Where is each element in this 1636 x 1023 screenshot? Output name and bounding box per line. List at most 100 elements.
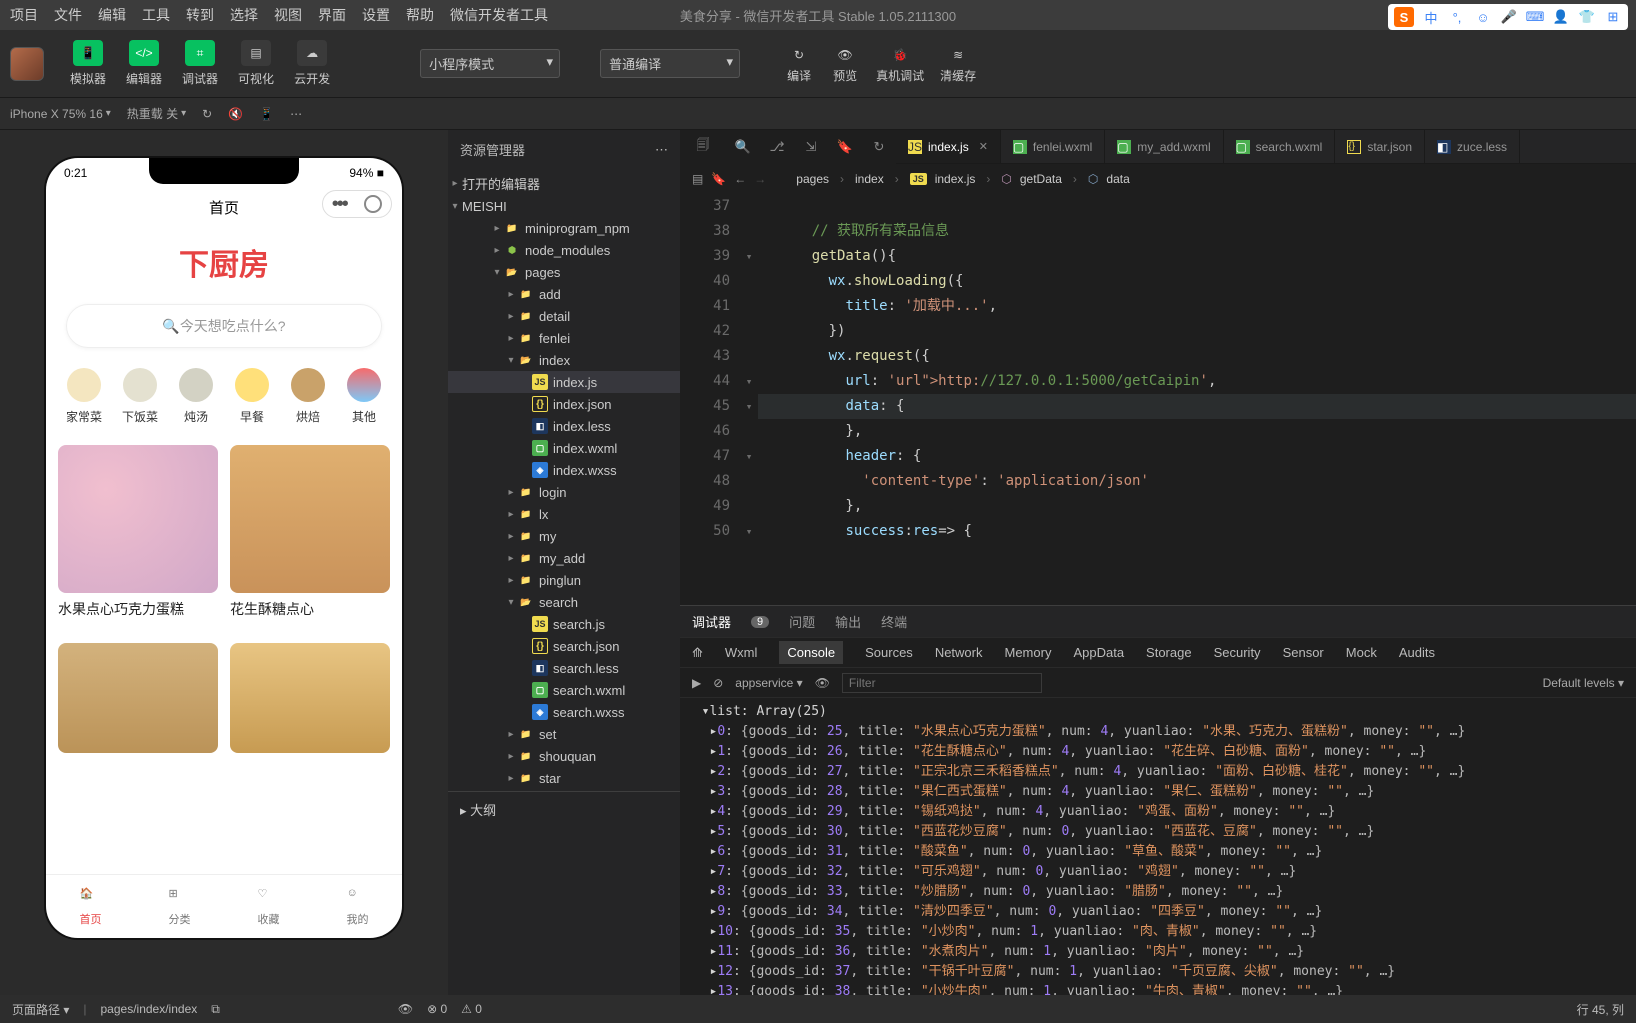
tool-remote-debug[interactable]: 🐞真机调试	[868, 43, 932, 84]
status-errors[interactable]: ⊗ 0	[427, 1002, 447, 1016]
tree-item[interactable]: JSindex.js	[448, 371, 680, 393]
explorer-more-icon[interactable]: ⋯	[655, 142, 668, 158]
devtab-security[interactable]: Security	[1214, 645, 1261, 660]
ime-voice-icon[interactable]: 🎤	[1500, 8, 1518, 26]
devtab-memory[interactable]: Memory	[1005, 645, 1052, 660]
card-item[interactable]	[58, 631, 218, 753]
editor-tab[interactable]: ◧zuce.less	[1425, 130, 1520, 163]
menu-select[interactable]: 选择	[230, 5, 258, 25]
tree-item[interactable]: ▸📁miniprogram_npm	[448, 217, 680, 239]
menu-ui[interactable]: 界面	[318, 5, 346, 25]
card-item[interactable]: 水果点心巧克力蛋糕	[58, 445, 218, 619]
rotate-icon[interactable]: 📱	[259, 107, 274, 121]
tree-item[interactable]: ◧search.less	[448, 657, 680, 679]
menu-project[interactable]: 项目	[10, 5, 38, 25]
status-warnings[interactable]: ⚠ 0	[461, 1002, 482, 1016]
ime-keyboard-icon[interactable]: ⌨	[1526, 8, 1544, 26]
hotreload-select[interactable]: 热重载 关	[127, 105, 186, 122]
cat-item[interactable]: 烘焙	[282, 368, 334, 425]
tree-item[interactable]: ▾📂index	[448, 349, 680, 371]
bookmark-icon[interactable]: 🔖	[828, 130, 862, 164]
tree-item[interactable]: {}search.json	[448, 635, 680, 657]
tab-home[interactable]: 🏠首页	[46, 875, 135, 938]
tree-item[interactable]: ◈index.wxss	[448, 459, 680, 481]
menu-file[interactable]: 文件	[54, 5, 82, 25]
tree-item[interactable]: ▸📁shouquan	[448, 745, 680, 767]
menu-help[interactable]: 帮助	[406, 5, 434, 25]
layout-icon[interactable]: ▤	[692, 172, 703, 186]
console-filter[interactable]	[842, 673, 1042, 693]
forward-icon[interactable]: →	[754, 172, 766, 186]
mode-select[interactable]: 小程序模式	[420, 49, 560, 78]
panel-tab-output[interactable]: 输出	[835, 612, 861, 631]
back-icon[interactable]: ←	[734, 172, 746, 186]
tree-item[interactable]: ▢index.wxml	[448, 437, 680, 459]
panel-tab-problems[interactable]: 问题	[789, 612, 815, 631]
tree-item[interactable]: ▸📁my	[448, 525, 680, 547]
mute-icon[interactable]: 🔇	[228, 107, 243, 121]
explorer-files-icon[interactable]: 🗐	[680, 130, 726, 164]
tool-visual[interactable]: ▤可视化	[228, 36, 284, 91]
card-item[interactable]	[230, 631, 390, 753]
ime-skin-icon[interactable]: 👕	[1578, 8, 1596, 26]
tree-item[interactable]: ▸📁detail	[448, 305, 680, 327]
tool-compile[interactable]: ↻编译	[776, 43, 822, 84]
tool-simulator[interactable]: 📱模拟器	[60, 36, 116, 91]
refresh-icon[interactable]: ↻	[862, 130, 896, 164]
ime-punct-icon[interactable]: °,	[1448, 8, 1466, 26]
ime-grid-icon[interactable]: ⊞	[1604, 8, 1622, 26]
devtab-sources[interactable]: Sources	[865, 645, 913, 660]
panel-tab-debugger[interactable]: 调试器	[692, 612, 731, 631]
menu-tools[interactable]: 工具	[142, 5, 170, 25]
log-level-select[interactable]: Default levels ▾	[1543, 676, 1624, 690]
editor-tab[interactable]: ▢search.wxml	[1224, 130, 1336, 163]
tree-item[interactable]: ▸📁set	[448, 723, 680, 745]
tool-clear-cache[interactable]: ≋清缓存	[932, 43, 984, 84]
menu-goto[interactable]: 转到	[186, 5, 214, 25]
breadcrumb-data[interactable]: data	[1106, 172, 1129, 186]
reload-icon[interactable]: ↻	[202, 107, 212, 121]
tree-item[interactable]: ▸📁login	[448, 481, 680, 503]
collapse-icon[interactable]: ⇲	[794, 130, 828, 164]
tab-my[interactable]: ☺我的	[313, 875, 402, 938]
devtab-wxml[interactable]: Wxml	[725, 645, 758, 660]
copy-icon[interactable]: ⧉	[211, 1002, 220, 1017]
context-select[interactable]: appservice ▾	[735, 676, 802, 690]
tree-item[interactable]: {}index.json	[448, 393, 680, 415]
close-icon[interactable]: ✕	[979, 140, 988, 153]
clear-icon[interactable]: ⊘	[713, 676, 723, 690]
devtab-mock[interactable]: Mock	[1346, 645, 1377, 660]
cat-item[interactable]: 炖汤	[170, 368, 222, 425]
tree-item[interactable]: ▸📁lx	[448, 503, 680, 525]
search-input[interactable]: 🔍 今天想吃点什么?	[66, 304, 382, 348]
editor-tab[interactable]: ▢fenlei.wxml	[1001, 130, 1105, 163]
bookmark-icon[interactable]: 🔖	[711, 172, 726, 186]
tab-favorite[interactable]: ♡收藏	[224, 875, 313, 938]
console-log[interactable]: ▾list: Array(25) ▸0: {goods_id: 25, titl…	[680, 698, 1636, 995]
eye-icon[interactable]: 👁	[815, 676, 830, 690]
tree-item[interactable]: ▸📁pinglun	[448, 569, 680, 591]
card-item[interactable]: 花生酥糖点心	[230, 445, 390, 619]
tree-item[interactable]: ▾📂search	[448, 591, 680, 613]
editor-tab[interactable]: JSindex.js✕	[896, 130, 1001, 163]
devtab-sensor[interactable]: Sensor	[1283, 645, 1324, 660]
inspect-icon[interactable]: ⟰	[692, 645, 703, 661]
tree-item[interactable]: ▸📁star	[448, 767, 680, 789]
capsule-button[interactable]: •••	[322, 190, 392, 218]
devtab-storage[interactable]: Storage	[1146, 645, 1192, 660]
cat-item[interactable]: 下饭菜	[114, 368, 166, 425]
status-page-path-label[interactable]: 页面路径 ▾	[12, 1001, 69, 1018]
tree-item[interactable]: ◧index.less	[448, 415, 680, 437]
cat-item[interactable]: 其他	[338, 368, 390, 425]
editor-tab[interactable]: ▢my_add.wxml	[1105, 130, 1223, 163]
tree-item[interactable]: ◈search.wxss	[448, 701, 680, 723]
breadcrumb-pages[interactable]: pages	[796, 172, 829, 186]
outline-section[interactable]: ▸ 大纲	[448, 791, 680, 827]
tree-item[interactable]: ▢search.wxml	[448, 679, 680, 701]
tool-debugger[interactable]: ⌗调试器	[172, 36, 228, 91]
sogou-icon[interactable]: S	[1394, 7, 1414, 27]
tree-item[interactable]: ▸📁fenlei	[448, 327, 680, 349]
eye-icon[interactable]: 👁	[398, 1002, 413, 1016]
ime-emoji-icon[interactable]: ☺	[1474, 8, 1492, 26]
avatar[interactable]	[10, 47, 44, 81]
